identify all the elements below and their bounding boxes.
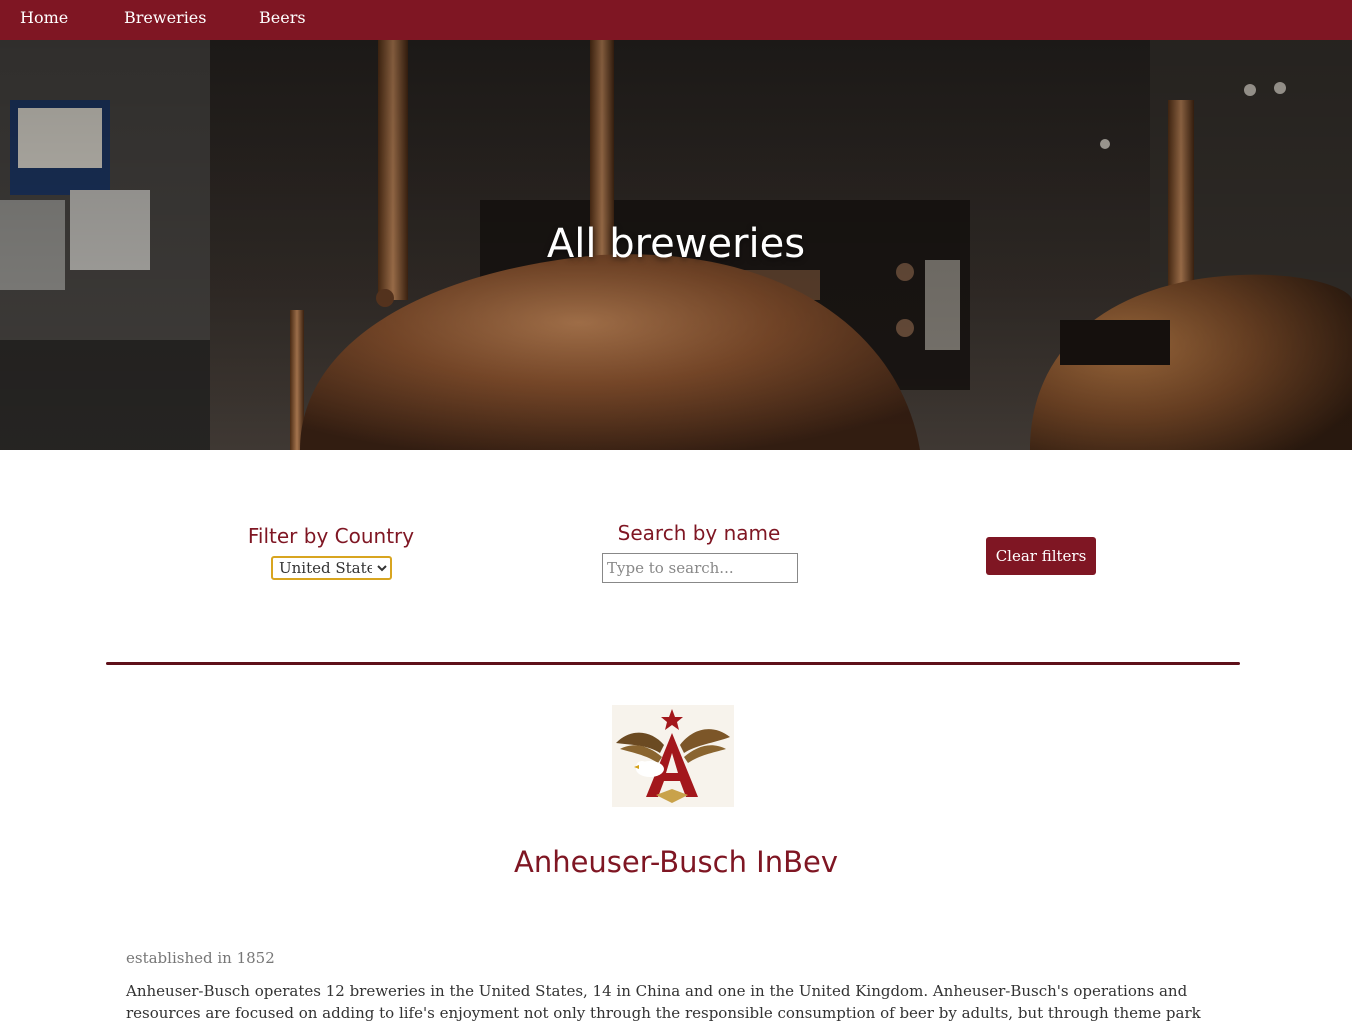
hero-banner: All breweries [0, 40, 1352, 450]
brewery-logo-icon [612, 705, 734, 807]
section-divider [106, 662, 1240, 665]
country-filter-label: Filter by Country [247, 524, 415, 548]
brewery-name[interactable]: Anheuser-Busch InBev [0, 843, 1352, 881]
established-year: established in 1852 [126, 949, 275, 967]
nav-beers-link[interactable]: Beers [259, 8, 306, 28]
search-label: Search by name [617, 521, 781, 545]
search-input[interactable] [602, 553, 798, 583]
nav-breweries-link[interactable]: Breweries [124, 8, 206, 28]
clear-filters-button[interactable]: Clear filters [986, 537, 1096, 575]
page-title: All breweries [546, 221, 806, 267]
nav-home-link[interactable]: Home [20, 8, 68, 28]
brewery-description: Anheuser-Busch operates 12 breweries in … [126, 982, 1201, 1022]
top-navbar: Home Breweries Beers [0, 0, 1352, 40]
country-filter-select[interactable]: United States [271, 556, 392, 580]
